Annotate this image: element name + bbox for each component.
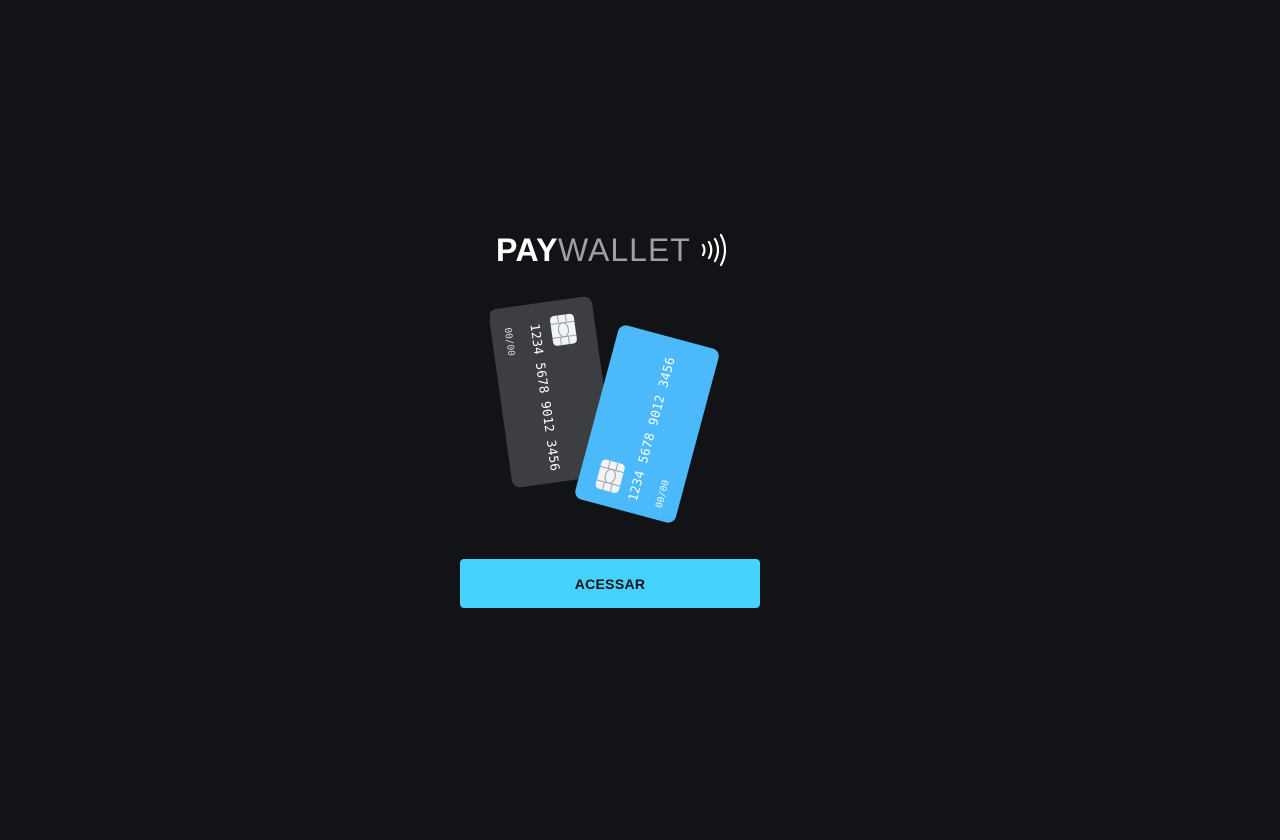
paywallet-logo: PAY WALLET xyxy=(496,230,736,270)
cards-illustration: 1234 5678 9012 3456 00/00 1234 5678 9012… xyxy=(490,296,719,523)
logo-wallet-text: WALLET xyxy=(557,231,691,268)
contactless-waves-icon xyxy=(701,233,726,267)
dark-card-chip xyxy=(550,313,577,346)
logo-pay-text: PAY xyxy=(496,231,558,268)
access-button[interactable]: ACESSAR xyxy=(460,559,760,608)
welcome-screen: PAY WALLET 1234 5678 9012 3456 00/00 123… xyxy=(0,0,1280,840)
